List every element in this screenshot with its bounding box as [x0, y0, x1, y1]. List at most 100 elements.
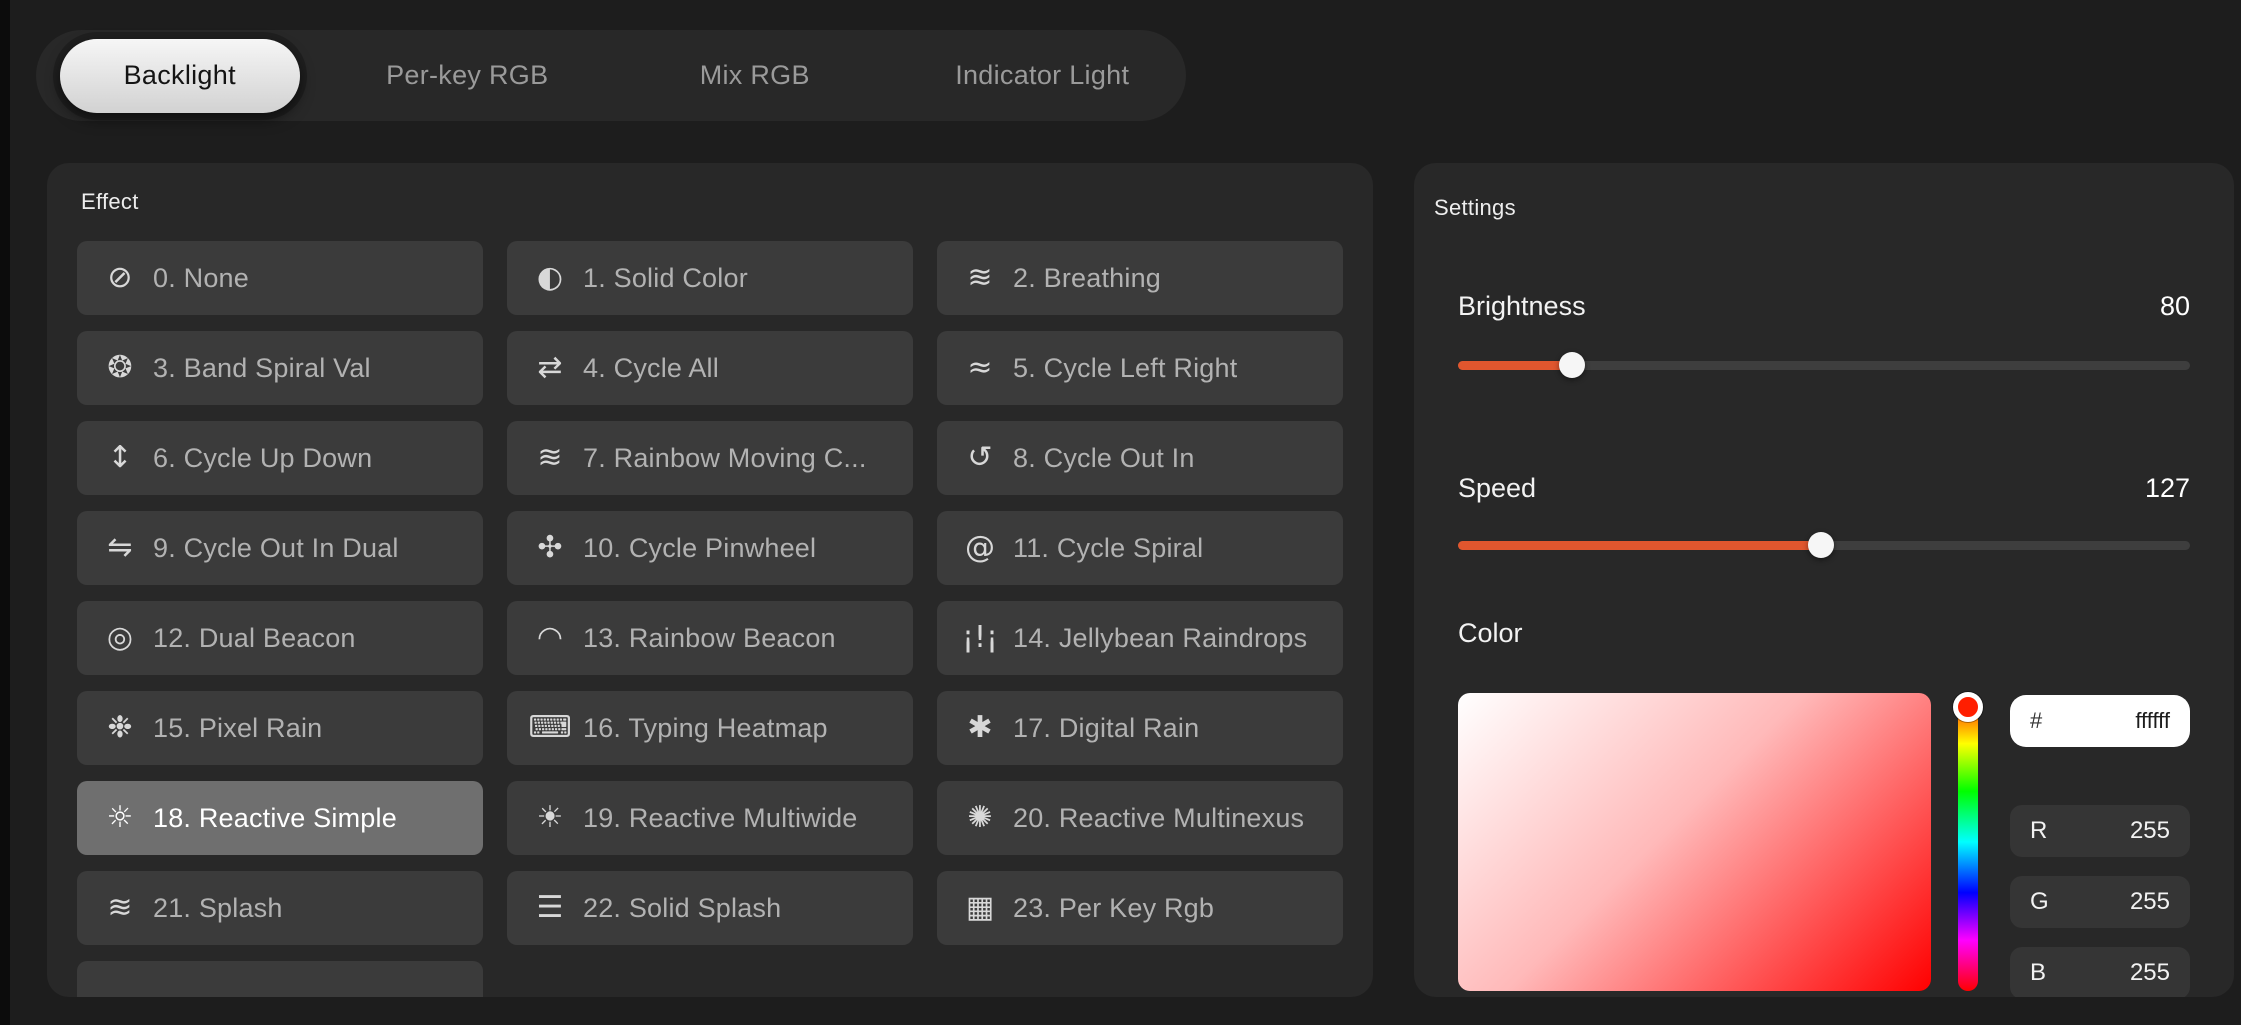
rgb-channel-b[interactable]: B 255: [2010, 947, 2190, 997]
effect-label: 19. Reactive Multiwide: [583, 803, 858, 834]
effect-button-2[interactable]: ≋ 2. Breathing: [937, 241, 1343, 315]
keyboard-icon: ⌨: [527, 713, 573, 743]
window-edge: [0, 0, 10, 1025]
sun-rays-icon: ☀: [527, 803, 573, 833]
none-icon: ⊘: [97, 263, 143, 293]
effect-button-6[interactable]: ↕ 6. Cycle Up Down: [77, 421, 483, 495]
brightness-header: Brightness 80: [1458, 291, 2190, 322]
tab-label: Backlight: [124, 60, 236, 91]
effect-label: 7. Rainbow Moving C...: [583, 443, 867, 474]
effect-button-clipped[interactable]: [77, 961, 483, 997]
saturation-value-picker[interactable]: [1458, 693, 1931, 991]
effect-button-17[interactable]: ✱ 17. Digital Rain: [937, 691, 1343, 765]
rgb-channel-r[interactable]: R 255: [2010, 805, 2190, 857]
speed-slider-thumb[interactable]: [1808, 532, 1834, 558]
sun-icon: ☼: [97, 803, 143, 833]
channel-value: 255: [2130, 817, 2170, 845]
channel-value: 255: [2130, 959, 2170, 987]
rgb-channel-g[interactable]: G 255: [2010, 876, 2190, 928]
shuffle-icon: ⇋: [97, 533, 143, 563]
channel-value: 255: [2130, 888, 2170, 916]
concentric-circles-icon: ◎: [97, 623, 143, 653]
channel-label: R: [2030, 817, 2047, 845]
effect-panel-title: Effect: [81, 189, 1343, 215]
palette-icon: ◐: [527, 263, 573, 293]
asterisks-icon: ✱: [957, 713, 1003, 743]
effect-label: 16. Typing Heatmap: [583, 713, 828, 744]
effect-label: 20. Reactive Multinexus: [1013, 803, 1304, 834]
wind-icon: ≋: [957, 263, 1003, 293]
effect-button-11[interactable]: @ 11. Cycle Spiral: [937, 511, 1343, 585]
effect-button-7[interactable]: ≋ 7. Rainbow Moving C...: [507, 421, 913, 495]
effect-button-9[interactable]: ⇋ 9. Cycle Out In Dual: [77, 511, 483, 585]
settings-panel: Settings Brightness 80 Speed 127 Color #…: [1414, 163, 2234, 997]
effect-button-22[interactable]: ☰ 22. Solid Splash: [507, 871, 913, 945]
effect-button-18[interactable]: ☼ 18. Reactive Simple: [77, 781, 483, 855]
raindrop-marks-icon: ¡!¡: [957, 623, 1003, 653]
effect-label: 4. Cycle All: [583, 353, 719, 384]
effect-button-3[interactable]: ❂ 3. Band Spiral Val: [77, 331, 483, 405]
effect-button-0[interactable]: ⊘ 0. None: [77, 241, 483, 315]
tab-indicator-light[interactable]: Indicator Light: [899, 30, 1187, 121]
aperture-icon: ❂: [97, 353, 143, 383]
speed-header: Speed 127: [1458, 473, 2190, 504]
effect-button-1[interactable]: ◐ 1. Solid Color: [507, 241, 913, 315]
effect-label: 22. Solid Splash: [583, 893, 781, 924]
effect-label: 2. Breathing: [1013, 263, 1161, 294]
effect-button-4[interactable]: ⇄ 4. Cycle All: [507, 331, 913, 405]
hex-prefix: #: [2030, 708, 2042, 734]
speed-slider-fill: [1458, 541, 1821, 550]
effect-button-21[interactable]: ≋ 21. Splash: [77, 871, 483, 945]
tab-bar: Backlight Per-key RGB Mix RGB Indicator …: [36, 30, 1186, 121]
effect-label: 10. Cycle Pinwheel: [583, 533, 816, 564]
effect-button-19[interactable]: ☀ 19. Reactive Multiwide: [507, 781, 913, 855]
effect-label: 1. Solid Color: [583, 263, 748, 294]
effect-button-12[interactable]: ◎ 12. Dual Beacon: [77, 601, 483, 675]
tab-label: Mix RGB: [700, 60, 810, 91]
hex-value: ffffff: [2135, 708, 2170, 734]
effect-label: 12. Dual Beacon: [153, 623, 356, 654]
effect-button-5[interactable]: ≈ 5. Cycle Left Right: [937, 331, 1343, 405]
tab-backlight[interactable]: Backlight: [36, 30, 324, 121]
effect-label: 6. Cycle Up Down: [153, 443, 372, 474]
effect-button-20[interactable]: ✺ 20. Reactive Multinexus: [937, 781, 1343, 855]
speed-label: Speed: [1458, 473, 1536, 504]
spiral-icon: @: [957, 533, 1003, 563]
rainbow-waves-icon: ≋: [527, 443, 573, 473]
effect-label: 18. Reactive Simple: [153, 803, 397, 834]
tab-mix-rgb[interactable]: Mix RGB: [611, 30, 899, 121]
effect-label: 23. Per Key Rgb: [1013, 893, 1214, 924]
effect-button-16[interactable]: ⌨ 16. Typing Heatmap: [507, 691, 913, 765]
effect-button-23[interactable]: ▦ 23. Per Key Rgb: [937, 871, 1343, 945]
splash-waves-icon: ≋: [97, 893, 143, 923]
sun-dots-icon: ✺: [957, 803, 1003, 833]
hue-slider[interactable]: [1958, 693, 1978, 991]
dotted-path-icon: ↕: [97, 443, 143, 473]
speed-slider[interactable]: [1458, 531, 2190, 559]
rotate-ccw-icon: ↺: [957, 443, 1003, 473]
waves-icon: ≈: [957, 353, 1003, 383]
tab-per-key-rgb[interactable]: Per-key RGB: [324, 30, 612, 121]
brightness-slider-thumb[interactable]: [1559, 352, 1585, 378]
effect-label: 15. Pixel Rain: [153, 713, 322, 744]
sparkles-icon: ❉: [97, 713, 143, 743]
effect-button-15[interactable]: ❉ 15. Pixel Rain: [77, 691, 483, 765]
effect-label: 14. Jellybean Raindrops: [1013, 623, 1307, 654]
brightness-slider[interactable]: [1458, 351, 2190, 379]
effect-label: 5. Cycle Left Right: [1013, 353, 1237, 384]
settings-panel-title: Settings: [1434, 195, 1516, 221]
hex-color-input[interactable]: # ffffff: [2010, 695, 2190, 747]
effect-label: 3. Band Spiral Val: [153, 353, 371, 384]
color-section-label: Color: [1458, 618, 1523, 649]
effect-button-10[interactable]: ✣ 10. Cycle Pinwheel: [507, 511, 913, 585]
effect-button-8[interactable]: ↺ 8. Cycle Out In: [937, 421, 1343, 495]
effect-button-14[interactable]: ¡!¡ 14. Jellybean Raindrops: [937, 601, 1343, 675]
effect-label: 13. Rainbow Beacon: [583, 623, 836, 654]
active-tab-pill[interactable]: Backlight: [60, 39, 300, 113]
pinwheel-icon: ✣: [527, 533, 573, 563]
effect-label: 11. Cycle Spiral: [1013, 533, 1203, 564]
hue-slider-thumb[interactable]: [1953, 692, 1983, 722]
effect-label: 17. Digital Rain: [1013, 713, 1199, 744]
effect-button-13[interactable]: ◠ 13. Rainbow Beacon: [507, 601, 913, 675]
cycle-arrows-icon: ⇄: [527, 353, 573, 383]
